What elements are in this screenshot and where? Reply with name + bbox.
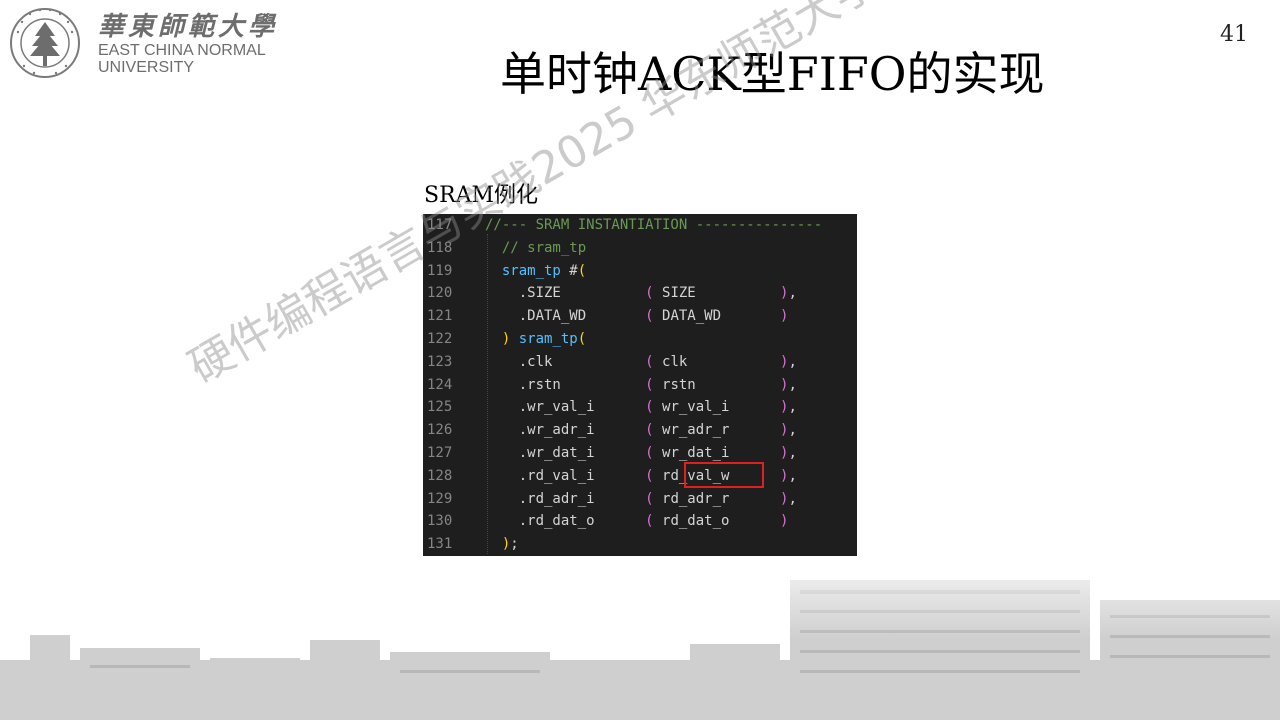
code-text: // sram_tp xyxy=(485,239,587,256)
slide: 華東師範大學 EAST CHINA NORMAL UNIVERSITY 41 单… xyxy=(0,0,1280,720)
code-line: 118 // sram_tp xyxy=(423,237,857,260)
line-number: 122 xyxy=(427,330,453,347)
code-text: .rd_dat_o ( rd_dat_o ) xyxy=(485,513,789,530)
code-text: .wr_adr_i ( wr_adr_r ), xyxy=(485,422,797,439)
code-line: 126 .wr_adr_i ( wr_adr_r ), xyxy=(423,419,857,442)
line-number: 121 xyxy=(427,308,453,325)
highlight-box xyxy=(684,462,764,488)
code-line: 119 sram_tp #( xyxy=(423,260,857,283)
code-line: 121 .DATA_WD ( DATA_WD ) xyxy=(423,305,857,328)
code-line: 122 ) sram_tp( xyxy=(423,328,857,351)
logo-english-line1: EAST CHINA NORMAL xyxy=(98,42,266,59)
line-number: 120 xyxy=(427,285,453,302)
code-text: .rstn ( rstn ), xyxy=(485,376,797,393)
slide-title: 单时钟ACK型FIFO的实现 xyxy=(500,47,1045,101)
code-line: 130 .rd_dat_o ( rd_dat_o ) xyxy=(423,510,857,533)
code-line: 129 .rd_adr_i ( rd_adr_r ), xyxy=(423,488,857,511)
code-line: 125 .wr_val_i ( wr_val_i ), xyxy=(423,396,857,419)
line-number: 126 xyxy=(427,422,453,439)
line-number: 123 xyxy=(427,353,453,370)
code-line: 117 //--- SRAM INSTANTIATION ------------… xyxy=(423,214,857,237)
code-text: .SIZE ( SIZE ), xyxy=(485,285,797,302)
line-number: 131 xyxy=(427,536,453,553)
code-lines: 117 //--- SRAM INSTANTIATION ------------… xyxy=(423,214,857,556)
line-number: 127 xyxy=(427,444,453,461)
university-seal-icon xyxy=(10,8,80,78)
code-line: 131 ); xyxy=(423,533,857,556)
code-line: 124 .rstn ( rstn ), xyxy=(423,374,857,397)
code-text: .DATA_WD ( DATA_WD ) xyxy=(485,308,789,325)
line-number: 128 xyxy=(427,467,453,484)
code-text: sram_tp #( xyxy=(501,262,587,279)
logo-english-name: EAST CHINA NORMAL UNIVERSITY xyxy=(98,42,266,76)
line-number: 124 xyxy=(427,376,453,393)
code-line: 127 .wr_dat_i ( wr_dat_i ), xyxy=(423,442,857,465)
code-line: 123 .clk ( clk ), xyxy=(423,351,857,374)
line-number: 129 xyxy=(427,490,453,507)
section-subtitle: SRAM例化 xyxy=(424,183,539,208)
campus-skyline-image xyxy=(0,540,1280,720)
logo-chinese-name: 華東師範大學 xyxy=(98,12,279,42)
code-text: .clk ( clk ), xyxy=(485,353,797,370)
code-line: 128 .rd_val_i ( rd_val_w ), xyxy=(423,465,857,488)
logo-english-line2: UNIVERSITY xyxy=(98,59,195,76)
code-text: ) sram_tp( xyxy=(501,330,587,347)
code-text: //--- SRAM INSTANTIATION --------------- xyxy=(485,217,823,233)
university-logo: 華東師範大學 EAST CHINA NORMAL UNIVERSITY xyxy=(8,4,308,80)
line-number: 118 xyxy=(427,239,453,256)
line-number: 125 xyxy=(427,399,453,416)
code-text: .wr_val_i ( wr_val_i ), xyxy=(485,399,797,416)
line-number: 119 xyxy=(427,262,453,279)
line-number: 117 xyxy=(427,217,453,233)
code-text: .rd_adr_i ( rd_adr_r ), xyxy=(485,490,797,507)
page-number: 41 xyxy=(1220,22,1248,47)
code-screenshot: 117 //--- SRAM INSTANTIATION ------------… xyxy=(423,214,857,556)
code-text: ); xyxy=(501,536,519,553)
line-number: 130 xyxy=(427,513,453,530)
code-line: 120 .SIZE ( SIZE ), xyxy=(423,282,857,305)
